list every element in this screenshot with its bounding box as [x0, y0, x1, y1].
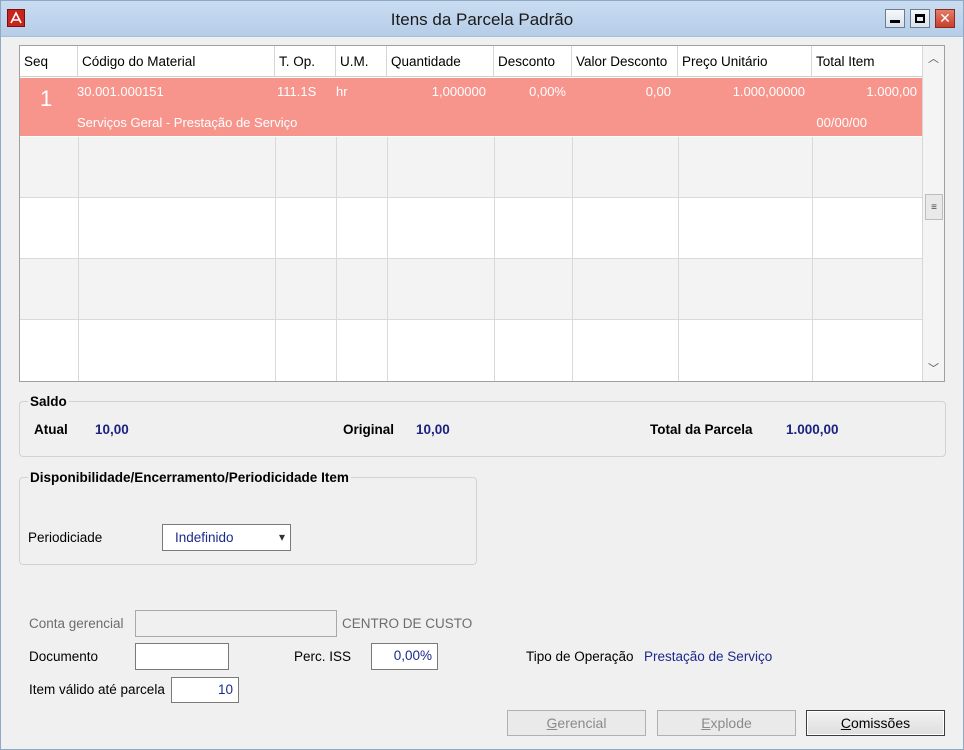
row-top: 111.1S [277, 84, 317, 99]
row-desconto: 0,00% [529, 84, 566, 99]
row-descricao: Serviços Geral - Prestação de Serviço [77, 115, 298, 130]
col-header-codigo[interactable]: Código do Material [78, 46, 275, 77]
scroll-thumb[interactable]: ≡ [925, 194, 943, 220]
col-divider [678, 137, 679, 381]
chevron-down-icon: ▾ [278, 530, 285, 544]
title-bar: Itens da Parcela Padrão ✕ [1, 1, 963, 37]
table-row[interactable]: 1 30.001.000151 111.1S hr 1,000000 0,00%… [20, 78, 922, 136]
saldo-atual-value: 10,00 [95, 422, 129, 437]
col-divider [812, 137, 813, 381]
periodicidade-label: Periodiciade [28, 530, 103, 545]
tipo-operacao-label: Tipo de Operação [526, 649, 634, 664]
row-valor-desconto: 0,00 [645, 84, 671, 99]
col-divider [78, 137, 79, 381]
window: Itens da Parcela Padrão ✕ Seq Código do … [0, 0, 964, 750]
row-divider [20, 258, 922, 259]
row-seq: 1 [40, 86, 53, 111]
col-header-top[interactable]: T. Op. [275, 46, 336, 77]
disponibilidade-group [19, 477, 477, 565]
periodicidade-select[interactable]: Indefinido ▾ [162, 524, 291, 551]
col-divider [572, 137, 573, 381]
row-total-item: 1.000,00 [866, 84, 917, 99]
minimize-icon [890, 20, 900, 23]
centro-custo-label: CENTRO DE CUSTO [342, 616, 473, 631]
total-parcela-value: 1.000,00 [786, 422, 839, 437]
maximize-icon [915, 14, 925, 23]
disponibilidade-title: Disponibilidade/Encerramento/Periodicida… [28, 470, 351, 485]
col-header-quantidade[interactable]: Quantidade [387, 46, 494, 77]
col-divider [336, 137, 337, 381]
close-button[interactable]: ✕ [935, 9, 955, 28]
saldo-title: Saldo [28, 394, 69, 409]
documento-field[interactable] [135, 643, 229, 670]
chevron-up-icon: ︿ [928, 53, 939, 65]
row-quantidade: 1,000000 [431, 84, 486, 99]
documento-label: Documento [29, 649, 99, 664]
tipo-operacao-value: Prestação de Serviço [644, 649, 773, 664]
col-header-total-item[interactable]: Total Item [812, 46, 922, 77]
perc-iss-field[interactable]: 0,00% [371, 643, 438, 670]
conta-gerencial-field [135, 610, 337, 637]
col-divider [494, 137, 495, 381]
col-header-um[interactable]: U.M. [336, 46, 387, 77]
table-row-empty[interactable] [20, 137, 922, 197]
col-header-seq[interactable]: Seq [20, 46, 78, 77]
explode-button[interactable]: Explode [657, 710, 796, 736]
comissoes-hotkey: C [840, 715, 851, 731]
total-parcela-label: Total da Parcela [650, 422, 753, 437]
chevron-down-icon: ﹀ [928, 363, 939, 375]
scroll-down-button[interactable]: ﹀ [923, 358, 944, 378]
row-preco-unitario: 1.000,00000 [732, 84, 805, 99]
row-data: 00/00/00 [816, 115, 867, 130]
perc-iss-label: Perc. ISS [294, 649, 352, 664]
col-header-valor-desconto[interactable]: Valor Desconto [572, 46, 678, 77]
close-icon: ✕ [939, 10, 951, 26]
col-divider [387, 137, 388, 381]
vertical-scrollbar[interactable]: ︿ ≡ ﹀ [922, 46, 944, 381]
maximize-button[interactable] [910, 9, 930, 28]
row-um: hr [336, 84, 348, 99]
table-row-empty[interactable] [20, 198, 922, 258]
item-valido-field[interactable]: 10 [171, 677, 239, 703]
saldo-atual-label: Atual [34, 422, 68, 437]
col-header-preco-unitario[interactable]: Preço Unitário [678, 46, 812, 77]
saldo-original-value: 10,00 [416, 422, 450, 437]
grid-header: Seq Código do Material T. Op. U.M. Quant… [20, 46, 922, 77]
minimize-button[interactable] [885, 9, 905, 28]
scroll-up-button[interactable]: ︿ [923, 48, 944, 68]
comissoes-label: omissões [850, 715, 911, 731]
row-divider [20, 319, 922, 320]
explode-hotkey: E [701, 715, 711, 731]
explode-label: xplode [710, 715, 752, 731]
saldo-original-label: Original [343, 422, 395, 437]
gerencial-button[interactable]: Gerencial [507, 710, 646, 736]
item-valido-label: Item válido até parcela [29, 682, 165, 697]
comissoes-button[interactable]: Comissões [806, 710, 945, 736]
table-row-empty[interactable] [20, 259, 922, 319]
row-divider [20, 197, 922, 198]
col-header-desconto[interactable]: Desconto [494, 46, 572, 77]
conta-gerencial-label: Conta gerencial [29, 616, 124, 631]
table-row-empty[interactable] [20, 320, 922, 381]
row-codigo: 30.001.000151 [77, 84, 164, 99]
gerencial-hotkey: G [546, 715, 558, 731]
items-grid[interactable]: Seq Código do Material T. Op. U.M. Quant… [19, 45, 945, 382]
periodicidade-value: Indefinido [175, 530, 234, 545]
col-divider [275, 137, 276, 381]
window-title: Itens da Parcela Padrão [390, 10, 574, 29]
grip-icon: ≡ [931, 201, 937, 213]
gerencial-label: erencial [557, 715, 607, 731]
